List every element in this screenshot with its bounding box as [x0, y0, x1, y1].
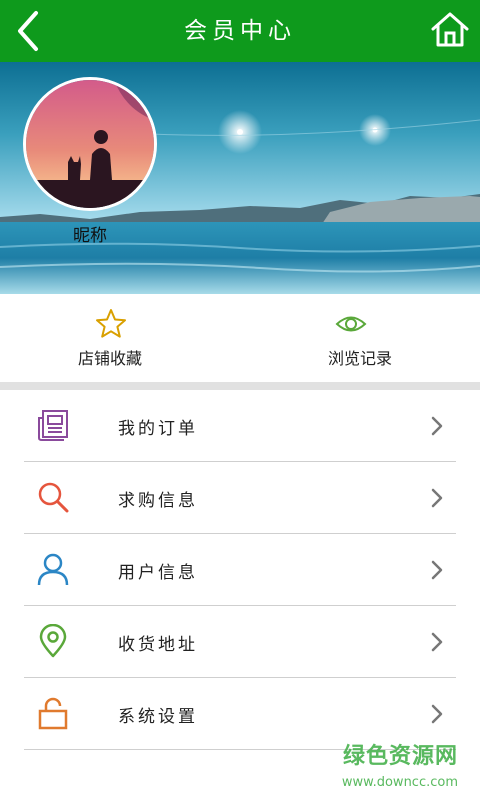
browse-history-label: 浏览记录	[327, 349, 392, 368]
menu-item-label: 求购信息	[118, 491, 198, 511]
menu-item-purchase-requests[interactable]: 求购信息	[0, 462, 480, 534]
menu-item-shipping-address[interactable]: 收货地址	[0, 606, 480, 678]
order-document-icon	[38, 410, 68, 441]
menu-item-label: 系统设置	[118, 707, 198, 727]
profile-banner: 昵称	[0, 62, 480, 294]
browse-history-button[interactable]: 浏览记录	[240, 294, 480, 382]
avatar-image	[26, 80, 154, 208]
section-divider	[0, 382, 480, 390]
watermark-url: www.downcc.com	[341, 775, 458, 790]
nickname[interactable]: 昵称	[40, 221, 140, 246]
unlock-icon	[38, 697, 68, 730]
chevron-right-icon	[431, 488, 443, 508]
location-pin-icon	[39, 624, 67, 658]
chevron-right-icon	[431, 560, 443, 580]
star-icon	[96, 309, 126, 338]
eye-icon	[335, 316, 367, 332]
chevron-right-icon	[431, 416, 443, 436]
menu-item-label: 收货地址	[118, 635, 198, 655]
watermark-text: 绿色资源网	[342, 744, 458, 769]
home-icon[interactable]	[430, 9, 470, 51]
chevron-right-icon	[431, 704, 443, 724]
avatar[interactable]	[23, 77, 157, 211]
quick-actions: 店铺收藏 浏览记录	[0, 294, 480, 382]
menu-item-user-info[interactable]: 用户信息	[0, 534, 480, 606]
page-title: 会员中心	[184, 18, 296, 44]
store-favorites-button[interactable]: 店铺收藏	[0, 294, 240, 382]
menu-list: 我的订单 求购信息 用户信息 收货地址 系统设置	[0, 390, 480, 750]
chevron-right-icon	[431, 632, 443, 652]
menu-item-label: 用户信息	[118, 563, 198, 583]
menu-item-label: 我的订单	[118, 419, 198, 439]
search-icon	[38, 482, 69, 513]
user-icon	[37, 553, 69, 586]
menu-item-my-orders[interactable]: 我的订单	[0, 390, 480, 462]
store-favorites-label: 店铺收藏	[77, 349, 142, 368]
top-bar: 会员中心	[0, 0, 480, 62]
